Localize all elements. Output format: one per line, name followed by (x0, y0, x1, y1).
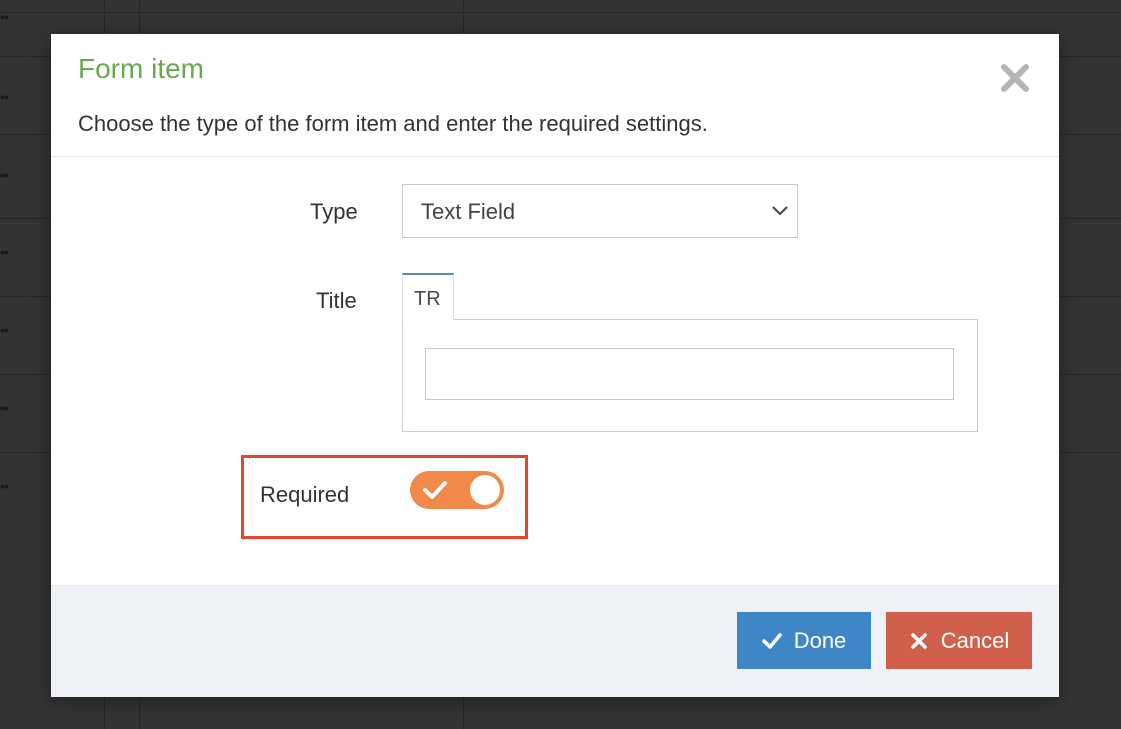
type-select[interactable]: Text Field (402, 184, 798, 238)
tab-language-tr[interactable]: TR (402, 273, 454, 321)
dialog-header: Form item Choose the type of the form it… (51, 34, 1059, 157)
done-button[interactable]: Done (737, 612, 871, 669)
row-menu-icon: •• (0, 244, 9, 260)
form-item-dialog: Form item Choose the type of the form it… (51, 34, 1059, 697)
type-select-value: Text Field (421, 199, 516, 224)
title-tab-panel (402, 319, 978, 432)
dialog-footer: Done Cancel (51, 585, 1059, 697)
dialog-subtitle: Choose the type of the form item and ent… (78, 111, 708, 136)
check-icon (761, 632, 782, 649)
cancel-label: Cancel (940, 627, 1010, 653)
required-label: Required (260, 482, 350, 507)
row-menu-icon: •• (0, 400, 9, 416)
cancel-button[interactable]: Cancel (886, 612, 1032, 669)
close-icon (1001, 64, 1029, 92)
close-button[interactable] (997, 60, 1033, 96)
toggle-knob (470, 475, 500, 505)
row-menu-icon: •• (0, 322, 9, 338)
dialog-title: Form item (78, 53, 204, 84)
row-menu-icon: •• (0, 167, 9, 183)
close-icon (911, 632, 927, 649)
bg-divider (0, 12, 1121, 13)
row-menu-icon: •• (0, 89, 9, 105)
tab-label: TR (414, 288, 441, 310)
row-menu-icon: •• (0, 9, 9, 25)
type-label: Type (310, 199, 358, 224)
required-toggle[interactable] (410, 471, 504, 509)
check-icon (423, 481, 447, 499)
done-label: Done (793, 627, 847, 653)
chevron-down-icon (772, 206, 788, 216)
row-menu-icon: •• (0, 478, 9, 494)
title-label: Title (316, 288, 357, 313)
title-input[interactable] (425, 348, 954, 400)
